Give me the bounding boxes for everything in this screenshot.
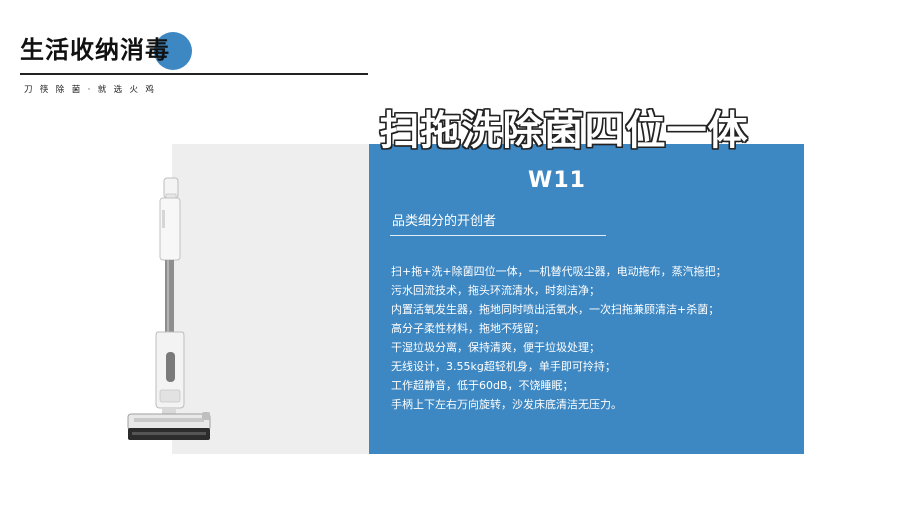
product-model: W11 [528, 168, 586, 193]
product-tagline: 品类细分的开创者 [392, 214, 497, 229]
vacuum-tube [165, 260, 174, 332]
title-divider [20, 73, 368, 75]
feature-item: 手柄上下左右万向旋转，沙发床底清洁无压力。 [391, 398, 622, 411]
feature-item: 工作超静音，低于60dB，不饶睡眠； [391, 379, 574, 392]
tagline-divider [390, 235, 606, 236]
page-title: 生活收纳消毒 [20, 36, 170, 64]
feature-item: 无线设计，3.55kg超轻机身，单手即可拎持； [391, 360, 616, 373]
feature-item: 扫+拖+洗+除菌四位一体，一机替代吸尘器，电动拖布，蒸汽拖把； [391, 265, 727, 278]
page-subtitle: 刀筷除菌·就选火鸡 [24, 85, 162, 95]
feature-item: 内置活氧发生器，拖地同时喷出活氧水，一次扫拖兼顾清洁+杀菌； [391, 303, 720, 316]
feature-item: 污水回流技术，拖头环流清水，时刻洁净； [391, 284, 600, 297]
vacuum-dirty-tank-window [166, 352, 175, 382]
feature-item: 高分子柔性材料，拖地不残留； [391, 322, 545, 335]
wet-dry-vacuum-image [127, 177, 211, 440]
feature-item: 干湿垃圾分离，保持清爽，便于垃圾处理； [391, 341, 600, 354]
vacuum-upper-body [159, 197, 181, 261]
feature-list: 扫+拖+洗+除菌四位一体，一机替代吸尘器，电动拖布，蒸汽拖把； 污水回流技术，拖… [391, 262, 727, 414]
feature-headline: 扫拖洗除菌四位一体 [379, 108, 749, 154]
